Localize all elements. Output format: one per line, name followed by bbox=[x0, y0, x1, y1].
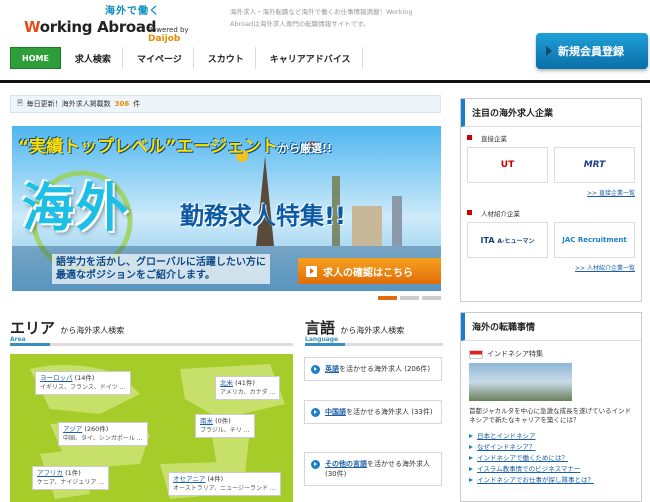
logo-tagline-jp: 海外で働く bbox=[105, 6, 160, 17]
featured-companies-panel: 注目の海外求人企業 直接企業 UT MRT >> 直接企業一覧 人材紹介企業 I… bbox=[460, 98, 642, 302]
featured-title: 注目の海外求人企業 bbox=[461, 99, 641, 127]
career-link[interactable]: なぜインドネシア？ bbox=[469, 442, 633, 453]
country-feature-title: インドネシア特集 bbox=[461, 341, 641, 363]
lang-other[interactable]: その他の言語を活かせる海外求人 (30件) bbox=[304, 452, 442, 486]
region-north-america[interactable]: 北米 (41件) アメリカ、カナダ ... bbox=[215, 376, 281, 400]
nav-home[interactable]: HOME bbox=[10, 47, 61, 69]
site-logo[interactable]: 海外で働く Working Abroad Powered by Daijob bbox=[10, 2, 220, 44]
hero-banner[interactable]: “実績トップレベル”エージェントから厳選!! 海外 勤務求人特集!! 語学力を活… bbox=[12, 126, 441, 291]
logo-text: Working Abroad bbox=[24, 18, 157, 36]
agency-companies-label: 人材紹介企業 bbox=[467, 208, 641, 218]
carousel-dot[interactable] bbox=[422, 296, 441, 300]
career-link[interactable]: 日本とインドネシア bbox=[469, 431, 633, 442]
city-photo bbox=[469, 363, 572, 401]
language-section-header: 言語 から海外求人検索 Language bbox=[305, 317, 443, 346]
info-icon: 🗎 bbox=[17, 98, 23, 107]
world-map: ヨーロッパ (14件) イギリス、フランス、ドイツ ... 北米 (41件) アメリ… bbox=[10, 354, 293, 502]
banner-subtitle: 勤務求人特集!! bbox=[180, 202, 346, 230]
direct-companies-more-link[interactable]: >> 直接企業一覧 bbox=[461, 183, 641, 202]
career-info-panel: 海外の転職事情 インドネシア特集 首都ジャカルタを中心に急激な成長を遂げているイ… bbox=[460, 312, 642, 502]
header-divider bbox=[0, 80, 650, 83]
indonesia-flag-icon bbox=[469, 349, 483, 359]
arrow-icon bbox=[546, 46, 552, 56]
register-button[interactable]: 新規会員登録 bbox=[536, 33, 648, 69]
region-oceania[interactable]: オセアニア (4件) オーストラリア、ニュージーランド ... bbox=[168, 472, 281, 496]
agency-companies-more-link[interactable]: >> 人材紹介企業一覧 bbox=[461, 258, 641, 277]
area-section-header: エリア から海外求人検索 Area bbox=[10, 317, 293, 346]
banner-cta-button[interactable]: 求人の確認はこちら bbox=[298, 258, 441, 284]
powered-by: Powered by Daijob bbox=[148, 26, 189, 44]
main-nav: HOME 求人検索 マイページ スカウト キャリアアドバイス bbox=[10, 47, 363, 71]
banner-big-text: 海外 bbox=[22, 179, 131, 239]
company-logo[interactable]: ITA A-ヒューマン bbox=[467, 222, 548, 258]
banner-headline: “実績トップレベル”エージェントから厳選!! bbox=[18, 137, 333, 157]
region-africa[interactable]: アフリカ (1件) ケニア、ナイジェリア ... bbox=[32, 466, 110, 490]
company-logo[interactable]: JAC Recruitment bbox=[554, 222, 635, 258]
lang-chinese[interactable]: 中国語を活かせる海外求人 (33件) bbox=[304, 400, 442, 424]
carousel-dots bbox=[378, 296, 441, 300]
career-links: 日本とインドネシア なぜインドネシア？ インドネシアで働くためには？ イスラム教… bbox=[461, 431, 641, 486]
banner-description: 語学力を活かし、グローバルに活躍したい方に 最適なポジションをご紹介します。 bbox=[52, 254, 270, 284]
arrow-icon bbox=[311, 408, 320, 417]
nav-career-advice[interactable]: キャリアアドバイス bbox=[259, 47, 363, 69]
career-link[interactable]: インドネシアでお仕事が探し隊事とは？ bbox=[469, 475, 633, 486]
company-logo[interactable]: UT bbox=[467, 147, 548, 183]
carousel-dot[interactable] bbox=[400, 296, 419, 300]
site-tagline: 海外求人・海外転職など海外で働くお仕事情報満載！Working Abroadは海… bbox=[230, 8, 413, 28]
nav-job-search[interactable]: 求人検索 bbox=[64, 47, 123, 69]
arrow-icon bbox=[311, 460, 320, 469]
nav-mypage[interactable]: マイページ bbox=[126, 47, 194, 69]
nav-scout[interactable]: スカウト bbox=[197, 47, 256, 69]
company-logo[interactable]: MRT bbox=[554, 147, 635, 183]
lang-english[interactable]: 英語を活かせる海外求人 (206件) bbox=[304, 357, 442, 381]
carousel-dot[interactable] bbox=[378, 296, 397, 300]
career-link[interactable]: イスラム教事情でのビジネスマナー bbox=[469, 464, 633, 475]
region-asia[interactable]: アジア (260件) 中国、タイ、シンガポール ... bbox=[58, 422, 148, 446]
update-notice: 🗎 毎日更新！海外求人掲載数 306 件 bbox=[10, 95, 441, 113]
direct-companies-label: 直接企業 bbox=[467, 133, 641, 143]
career-info-title: 海外の転職事情 bbox=[461, 313, 641, 341]
arrow-icon bbox=[311, 365, 320, 374]
career-link[interactable]: インドネシアで働くためには？ bbox=[469, 453, 633, 464]
region-europe[interactable]: ヨーロッパ (14件) イギリス、フランス、ドイツ ... bbox=[35, 371, 131, 395]
region-south-america[interactable]: 南米 (0件) ブラジル、チリ ... bbox=[195, 414, 255, 438]
arrow-icon bbox=[306, 265, 317, 277]
country-feature-description: 首都ジャカルタを中心に急激な成長を遂げているインドネシアで新たなキャリアを築くに… bbox=[469, 407, 632, 424]
